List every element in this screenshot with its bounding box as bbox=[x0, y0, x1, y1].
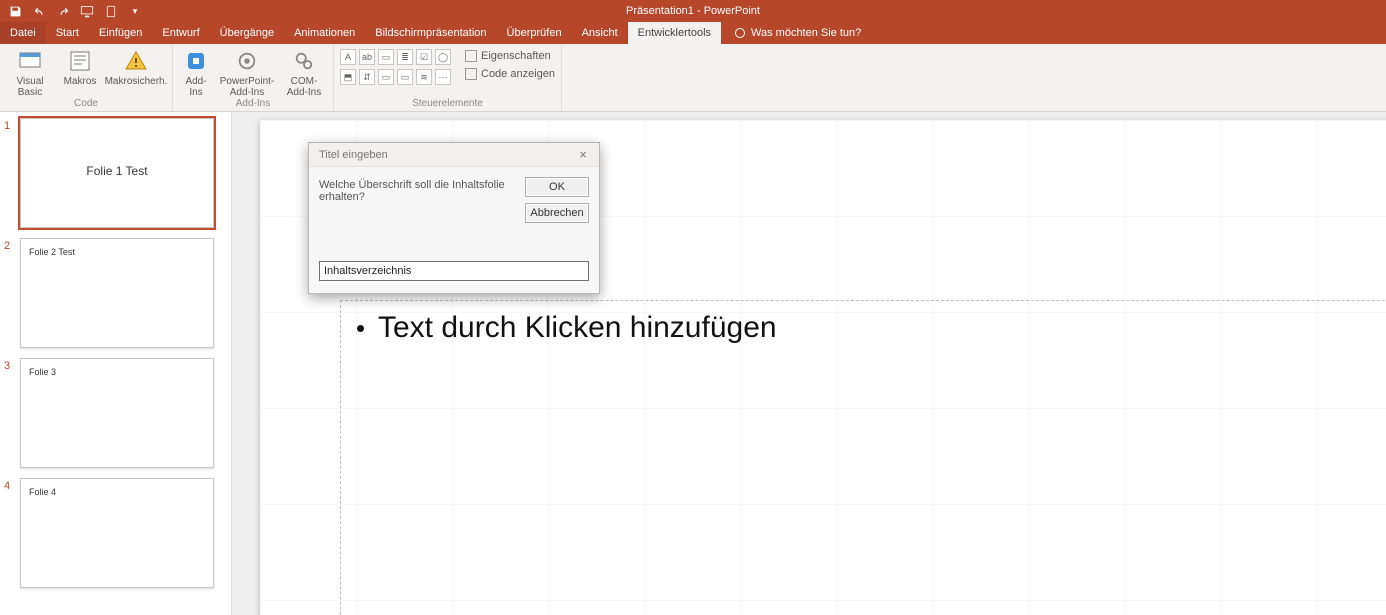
start-slideshow-icon[interactable] bbox=[80, 4, 94, 18]
visual-basic-icon bbox=[17, 48, 43, 74]
powerpoint-addins-label: PowerPoint- Add-Ins bbox=[220, 76, 274, 98]
ctl-image-icon[interactable]: ▭ bbox=[397, 69, 413, 85]
macros-button[interactable]: Makros bbox=[60, 46, 100, 87]
addins-button[interactable]: Add- Ins bbox=[179, 46, 213, 98]
thumb-4-wrap[interactable]: 4 Folie 4 bbox=[4, 478, 225, 588]
tab-design[interactable]: Entwurf bbox=[152, 22, 209, 44]
powerpoint-addins-button[interactable]: PowerPoint- Add-Ins bbox=[219, 46, 275, 98]
properties-button[interactable]: Eigenschaften bbox=[465, 50, 555, 62]
visual-basic-button[interactable]: Visual Basic bbox=[6, 46, 54, 98]
addins-label: Add- Ins bbox=[185, 76, 206, 98]
tab-file[interactable]: Datei bbox=[0, 22, 46, 44]
thumb-2-wrap[interactable]: 2 Folie 2 Test bbox=[4, 238, 225, 348]
group-label-addins: Add-Ins bbox=[179, 98, 327, 111]
ctl-scroll-icon[interactable]: ≋ bbox=[416, 69, 432, 85]
thumb-2-num: 2 bbox=[4, 238, 14, 348]
ctl-textbox-icon[interactable]: ab bbox=[359, 49, 375, 65]
view-code-label: Code anzeigen bbox=[481, 68, 555, 80]
thumb-1-title: Folie 1 Test bbox=[21, 164, 213, 178]
properties-label: Eigenschaften bbox=[481, 50, 551, 62]
ribbon-tabs: Datei Start Einfügen Entwurf Übergänge A… bbox=[0, 22, 1386, 44]
tell-me-label: Was möchten Sie tun? bbox=[751, 27, 861, 39]
ctl-combo-icon[interactable]: ▭ bbox=[378, 49, 394, 65]
thumb-3[interactable]: Folie 3 bbox=[20, 358, 214, 468]
dialog-titlebar[interactable]: Titel eingeben × bbox=[309, 143, 599, 167]
ctl-check-icon[interactable]: ☑ bbox=[416, 49, 432, 65]
input-dialog: Titel eingeben × Welche Überschrift soll… bbox=[308, 142, 600, 294]
control-row-2: ⬒ ⇵ ▭ ▭ ≋ ⋯ bbox=[340, 69, 451, 85]
tab-animations[interactable]: Animationen bbox=[284, 22, 365, 44]
thumb-4-title: Folie 4 bbox=[29, 487, 56, 497]
ribbon-group-addins: Add- Ins PowerPoint- Add-Ins COM- Add-In… bbox=[173, 44, 334, 111]
tab-insert[interactable]: Einfügen bbox=[89, 22, 152, 44]
ctl-cmd-icon[interactable]: ▭ bbox=[378, 69, 394, 85]
ctl-more-icon[interactable]: ⋯ bbox=[435, 69, 451, 85]
save-icon[interactable] bbox=[8, 4, 22, 18]
undo-icon[interactable] bbox=[32, 4, 46, 18]
thumb-1-num: 1 bbox=[4, 118, 14, 228]
ctl-option-icon[interactable]: ◯ bbox=[435, 49, 451, 65]
thumb-4[interactable]: Folie 4 bbox=[20, 478, 214, 588]
thumb-1-wrap[interactable]: 1 Folie 1 Test bbox=[4, 118, 225, 228]
thumb-3-num: 3 bbox=[4, 358, 14, 468]
quick-access-toolbar: ▾ bbox=[0, 4, 142, 18]
thumb-2-title: Folie 2 Test bbox=[29, 247, 75, 257]
macro-security-label: Makrosicherh. bbox=[105, 76, 168, 87]
dialog-prompt: Welche Überschrift soll die Inhaltsfolie… bbox=[319, 177, 515, 203]
bullet-icon bbox=[357, 325, 364, 332]
macros-icon bbox=[67, 48, 93, 74]
macros-label: Makros bbox=[64, 76, 97, 87]
ok-button[interactable]: OK bbox=[525, 177, 589, 197]
touch-mode-icon[interactable] bbox=[104, 4, 118, 18]
dialog-input[interactable] bbox=[319, 261, 589, 281]
tab-review[interactable]: Überprüfen bbox=[497, 22, 572, 44]
title-bar: ▾ Präsentation1 - PowerPoint bbox=[0, 0, 1386, 22]
thumb-2[interactable]: Folie 2 Test bbox=[20, 238, 214, 348]
warning-icon bbox=[123, 48, 149, 74]
group-label-code: Code bbox=[6, 98, 166, 111]
redo-icon[interactable] bbox=[56, 4, 70, 18]
tab-view[interactable]: Ansicht bbox=[572, 22, 628, 44]
ctl-list-icon[interactable]: ≣ bbox=[397, 49, 413, 65]
thumb-4-num: 4 bbox=[4, 478, 14, 588]
control-row-1: A ab ▭ ≣ ☑ ◯ bbox=[340, 49, 451, 65]
addins-icon bbox=[183, 48, 209, 74]
group-label-controls: Steuerelemente bbox=[340, 98, 555, 111]
content-placeholder[interactable]: Text durch Klicken hinzufügen bbox=[340, 300, 1386, 615]
ribbon-group-code: Visual Basic Makros Makrosicherh. Code bbox=[0, 44, 173, 111]
tell-me[interactable]: Was möchten Sie tun? bbox=[721, 22, 861, 44]
ctl-label-icon[interactable]: A bbox=[340, 49, 356, 65]
com-addins-label: COM- Add-Ins bbox=[287, 76, 321, 98]
thumb-1[interactable]: Folie 1 Test bbox=[20, 118, 214, 228]
dialog-title: Titel eingeben bbox=[319, 149, 388, 161]
com-addins-button[interactable]: COM- Add-Ins bbox=[281, 46, 327, 98]
window-title: Präsentation1 - PowerPoint bbox=[626, 5, 760, 17]
qat-more-icon[interactable]: ▾ bbox=[128, 4, 142, 18]
tab-slideshow[interactable]: Bildschirmpräsentation bbox=[365, 22, 496, 44]
thumb-3-wrap[interactable]: 3 Folie 3 bbox=[4, 358, 225, 468]
thumb-3-title: Folie 3 bbox=[29, 367, 56, 377]
ribbon: Visual Basic Makros Makrosicherh. Code A… bbox=[0, 44, 1386, 112]
lightbulb-icon bbox=[735, 28, 745, 38]
tab-transitions[interactable]: Übergänge bbox=[210, 22, 284, 44]
placeholder-bullet: Text durch Klicken hinzufügen bbox=[357, 311, 777, 345]
ctl-spin-icon[interactable]: ⇵ bbox=[359, 69, 375, 85]
gears-icon bbox=[291, 48, 317, 74]
cancel-button[interactable]: Abbrechen bbox=[525, 203, 589, 223]
tab-start[interactable]: Start bbox=[46, 22, 89, 44]
view-code-icon bbox=[465, 68, 477, 80]
view-code-button[interactable]: Code anzeigen bbox=[465, 68, 555, 80]
close-icon[interactable]: × bbox=[573, 147, 593, 162]
ribbon-group-controls: A ab ▭ ≣ ☑ ◯ ⬒ ⇵ ▭ ▭ ≋ ⋯ bbox=[334, 44, 562, 111]
macro-security-button[interactable]: Makrosicherh. bbox=[106, 46, 166, 87]
gear-icon bbox=[234, 48, 260, 74]
workspace: 1 Folie 1 Test 2 Folie 2 Test 3 Folie 3 … bbox=[0, 112, 1386, 615]
slide-panel[interactable]: 1 Folie 1 Test 2 Folie 2 Test 3 Folie 3 … bbox=[0, 112, 232, 615]
visual-basic-label: Visual Basic bbox=[16, 76, 43, 98]
tab-developer[interactable]: Entwicklertools bbox=[628, 22, 721, 44]
placeholder-text: Text durch Klicken hinzufügen bbox=[378, 311, 777, 345]
ctl-toggle-icon[interactable]: ⬒ bbox=[340, 69, 356, 85]
properties-icon bbox=[465, 50, 477, 62]
